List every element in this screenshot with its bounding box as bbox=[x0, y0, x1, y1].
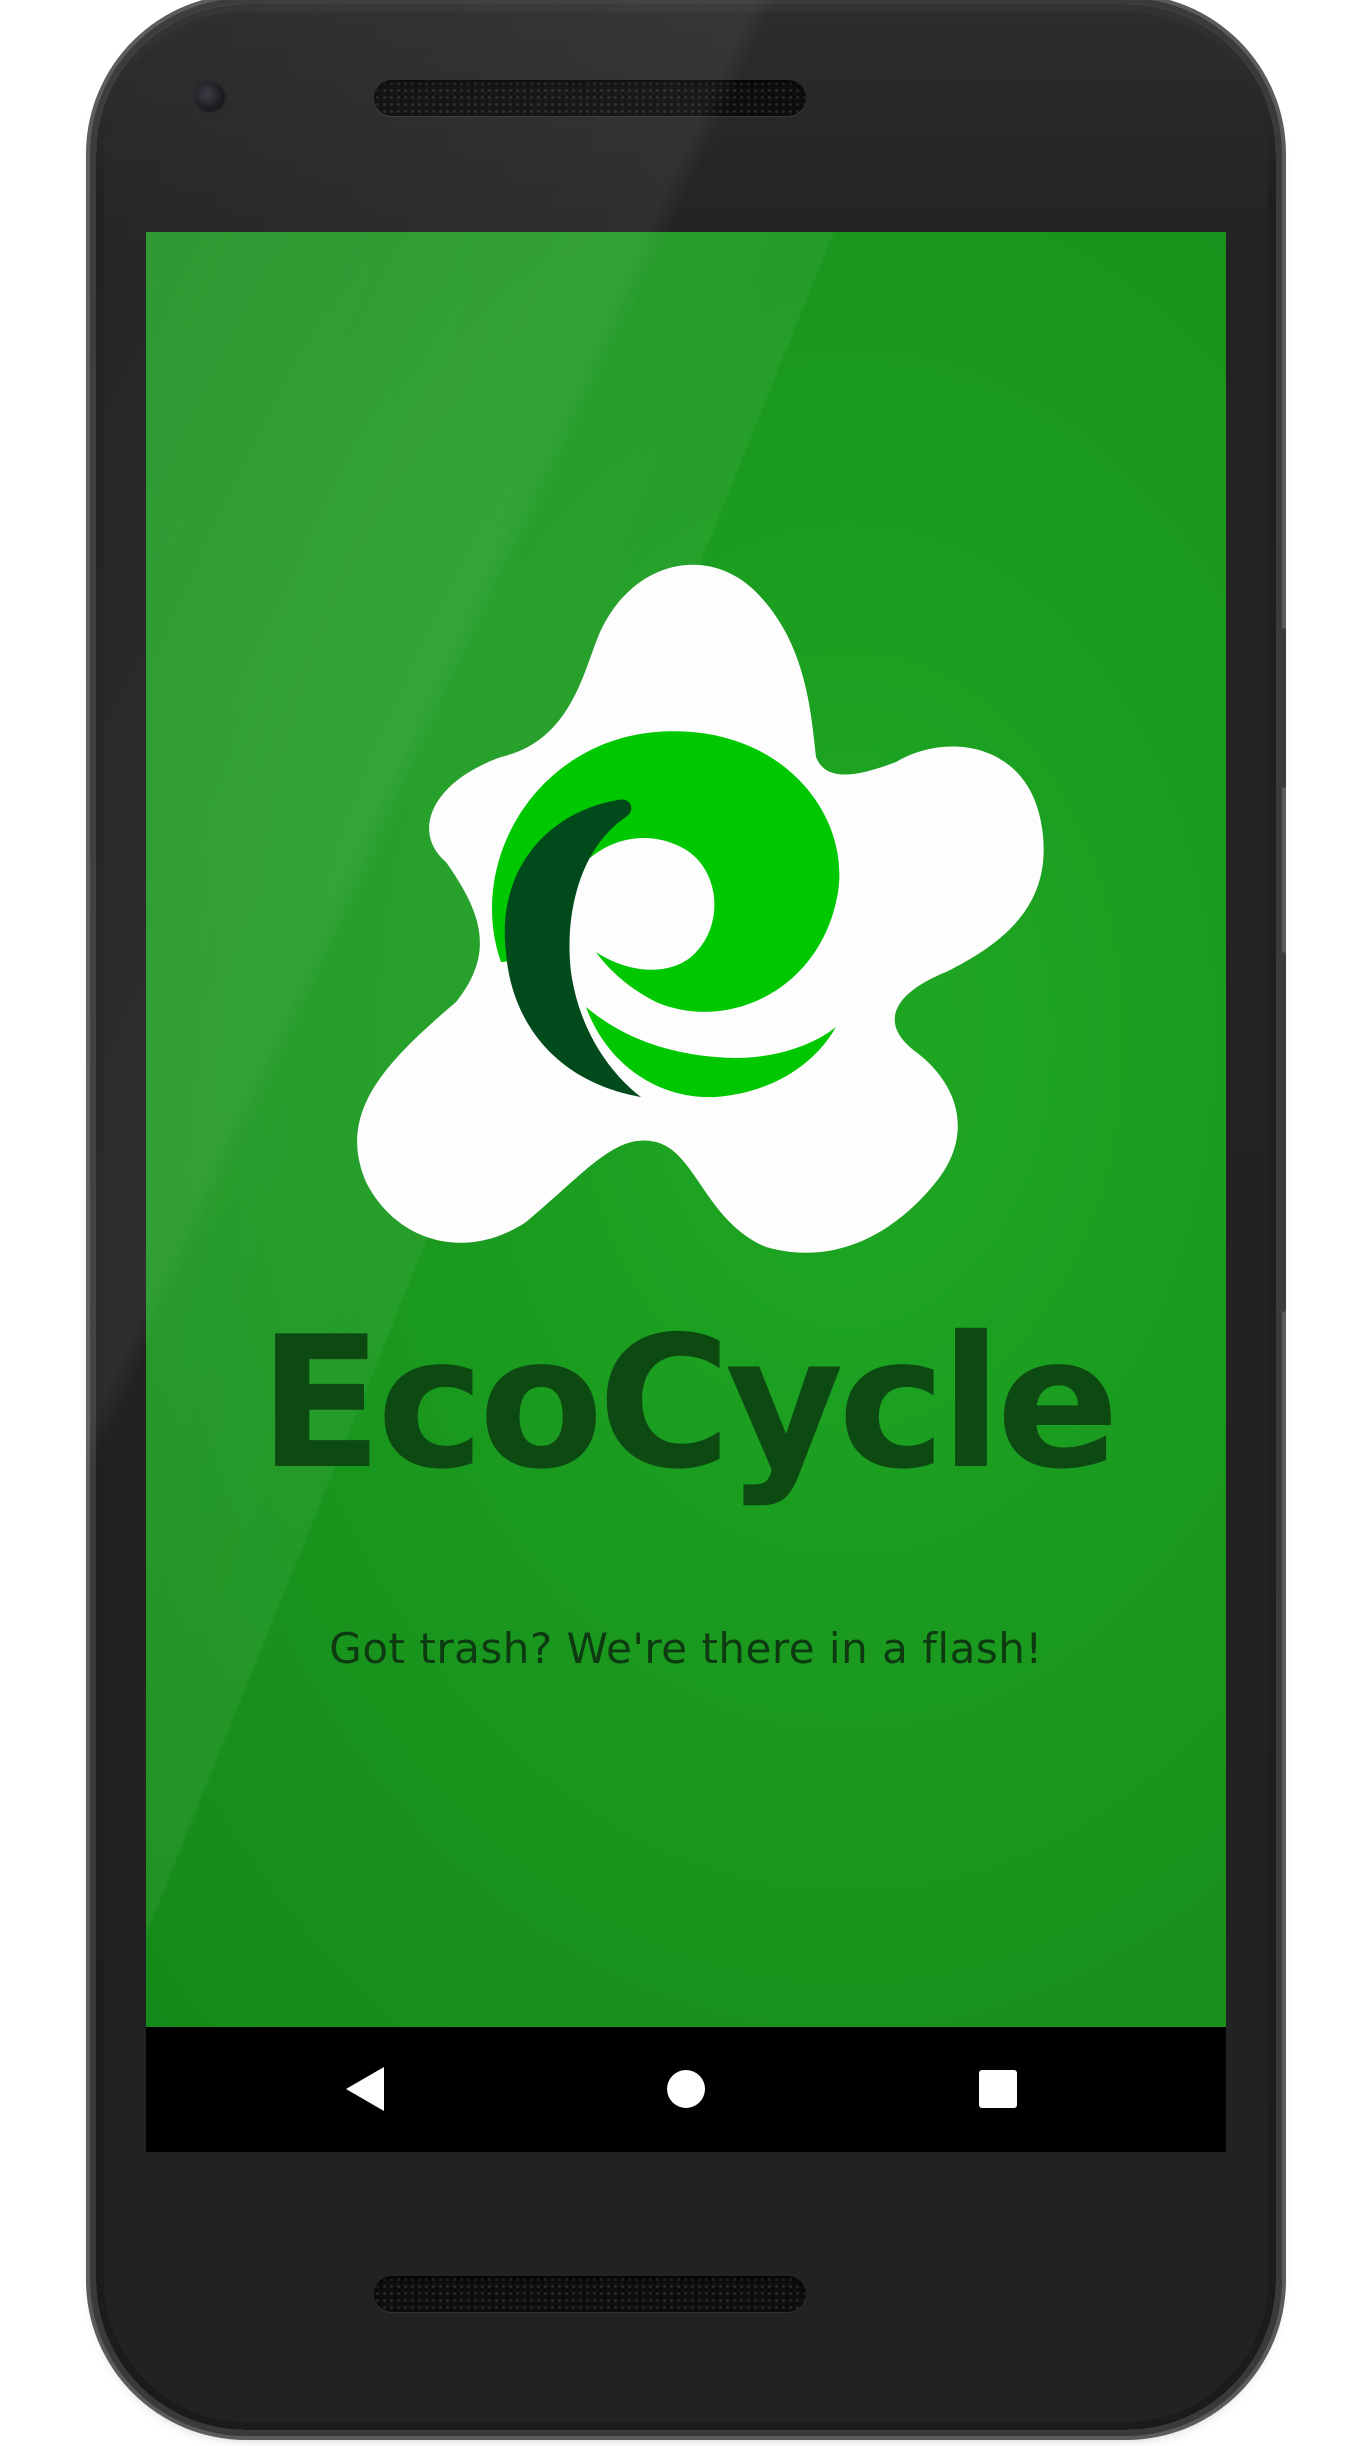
nav-back-button[interactable] bbox=[326, 2049, 406, 2129]
logo-splash-shape bbox=[357, 564, 1044, 1253]
volume-button bbox=[1276, 952, 1286, 1312]
navigation-bar bbox=[146, 2027, 1226, 2152]
device-screen: EcoCycle Got trash? We're there in a fla… bbox=[146, 232, 1226, 2152]
earpiece-speaker bbox=[374, 80, 806, 116]
nav-home-button[interactable] bbox=[646, 2049, 726, 2129]
nav-recents-button[interactable] bbox=[958, 2049, 1038, 2129]
power-button bbox=[1276, 628, 1286, 788]
ecocycle-logo-icon bbox=[357, 564, 1044, 1253]
front-camera bbox=[195, 82, 225, 112]
app-title: EcoCycle bbox=[258, 1297, 1119, 1509]
bottom-speaker bbox=[374, 2276, 806, 2312]
recents-square-icon bbox=[979, 2070, 1017, 2108]
splash-screen: EcoCycle Got trash? We're there in a fla… bbox=[146, 232, 1226, 2027]
home-circle-icon bbox=[667, 2070, 705, 2108]
app-tagline: Got trash? We're there in a flash! bbox=[329, 1624, 1043, 1673]
back-triangle-icon bbox=[346, 2067, 384, 2111]
